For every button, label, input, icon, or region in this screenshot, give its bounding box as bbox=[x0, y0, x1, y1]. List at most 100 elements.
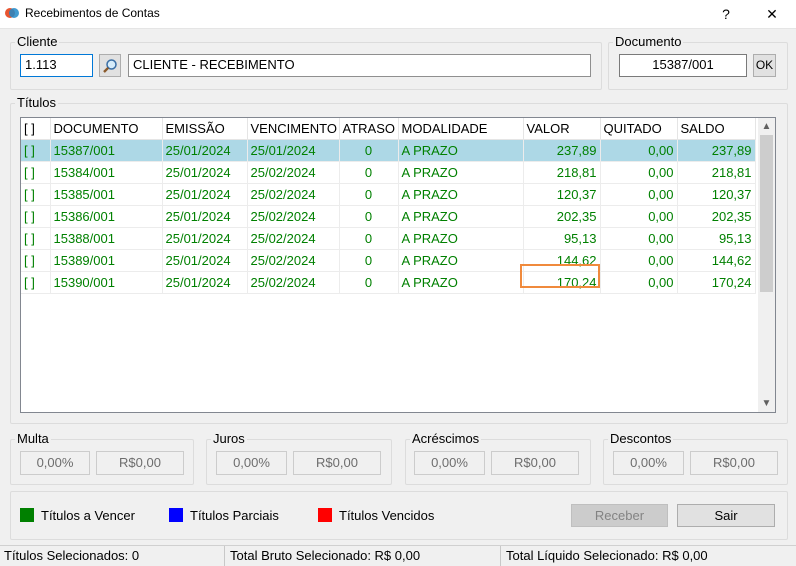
cell-documento: 15390/001 bbox=[50, 271, 163, 294]
juros-amount-field[interactable]: R$0,00 bbox=[293, 451, 381, 475]
cell-documento: 15384/001 bbox=[50, 161, 163, 184]
cell-saldo: 120,37 bbox=[677, 183, 756, 206]
column-header[interactable]: VALOR bbox=[523, 118, 601, 140]
cell-documento: 15388/001 bbox=[50, 227, 163, 250]
cell-quitado: 0,00 bbox=[600, 139, 678, 162]
table-row[interactable]: [ ] 15384/001 25/01/2024 25/02/2024 0 A PRAZO… bbox=[21, 161, 756, 184]
table-row[interactable]: [ ] 15386/001 25/01/2024 25/02/2024 0 A PRAZO… bbox=[21, 205, 756, 228]
grid-vertical-scrollbar[interactable]: ▲ ▼ bbox=[758, 118, 775, 412]
cell-saldo: 202,35 bbox=[677, 205, 756, 228]
column-header[interactable]: EMISSÃO bbox=[162, 118, 248, 140]
close-button[interactable]: ✕ bbox=[752, 0, 792, 28]
documento-label: Documento bbox=[613, 34, 684, 49]
legend-swatch-vencer bbox=[20, 508, 34, 522]
cell-check[interactable]: [ ] bbox=[21, 161, 51, 184]
column-header[interactable]: DOCUMENTO bbox=[50, 118, 163, 140]
status-total-liquido: Total Líquido Selecionado: R$ 0,00 bbox=[506, 548, 708, 563]
status-total-bruto: Total Bruto Selecionado: R$ 0,00 bbox=[226, 546, 501, 566]
scroll-down-arrow-icon[interactable]: ▼ bbox=[758, 395, 775, 412]
table-row[interactable]: [ ] 15390/001 25/01/2024 25/02/2024 0 A PRAZO… bbox=[21, 271, 756, 294]
multa-percent-field[interactable]: 0,00% bbox=[20, 451, 90, 475]
descontos-percent-field[interactable]: 0,00% bbox=[613, 451, 684, 475]
column-header[interactable]: SALDO bbox=[677, 118, 756, 140]
legend-label-parciais: Títulos Parciais bbox=[190, 508, 279, 523]
column-header[interactable]: VENCIMENTO bbox=[247, 118, 340, 140]
window-title: Recebimentos de Contas bbox=[25, 6, 160, 20]
cliente-search-button[interactable] bbox=[99, 54, 121, 77]
column-header[interactable]: [ ] bbox=[21, 118, 51, 140]
cell-documento: 15387/001 bbox=[50, 139, 163, 162]
legend-swatch-parciais bbox=[169, 508, 183, 522]
cell-quitado: 0,00 bbox=[600, 249, 678, 272]
sair-button[interactable]: Sair bbox=[677, 504, 775, 527]
cell-vencimento: 25/02/2024 bbox=[247, 161, 340, 184]
cell-modalidade: A PRAZO bbox=[398, 205, 524, 228]
acrescimos-amount-field[interactable]: R$0,00 bbox=[491, 451, 579, 475]
cell-atraso: 0 bbox=[339, 139, 399, 162]
cliente-name-field[interactable]: CLIENTE - RECEBIMENTO bbox=[128, 54, 591, 77]
cell-quitado: 0,00 bbox=[600, 271, 678, 294]
cell-check[interactable]: [ ] bbox=[21, 249, 51, 272]
cell-modalidade: A PRAZO bbox=[398, 161, 524, 184]
column-header[interactable]: MODALIDADE bbox=[398, 118, 524, 140]
status-selecionados: Títulos Selecionados: 0 bbox=[0, 546, 225, 566]
table-row[interactable]: [ ] 15387/001 25/01/2024 25/01/2024 0 A PRAZO… bbox=[21, 139, 756, 162]
cell-saldo: 237,89 bbox=[677, 139, 756, 162]
column-header[interactable]: ATRASO bbox=[339, 118, 399, 140]
documento-ok-button[interactable]: OK bbox=[753, 54, 776, 77]
cell-check[interactable]: [ ] bbox=[21, 139, 51, 162]
cell-quitado: 0,00 bbox=[600, 205, 678, 228]
cell-documento: 15389/001 bbox=[50, 249, 163, 272]
juros-label: Juros bbox=[211, 431, 247, 446]
receber-button[interactable]: Receber bbox=[571, 504, 668, 527]
multa-amount-field[interactable]: R$0,00 bbox=[96, 451, 184, 475]
documento-input[interactable]: 15387/001 bbox=[619, 54, 747, 77]
cell-check[interactable]: [ ] bbox=[21, 205, 51, 228]
cell-check[interactable]: [ ] bbox=[21, 227, 51, 250]
cell-saldo: 95,13 bbox=[677, 227, 756, 250]
acrescimos-percent-field[interactable]: 0,00% bbox=[414, 451, 485, 475]
cell-modalidade: A PRAZO bbox=[398, 139, 524, 162]
juros-percent-field[interactable]: 0,00% bbox=[216, 451, 287, 475]
cell-check[interactable]: [ ] bbox=[21, 183, 51, 206]
cell-atraso: 0 bbox=[339, 205, 399, 228]
cell-vencimento: 25/01/2024 bbox=[247, 139, 340, 162]
cell-quitado: 0,00 bbox=[600, 227, 678, 250]
help-button[interactable]: ? bbox=[706, 0, 746, 28]
titulos-header-row: [ ] DOCUMENTO EMISSÃO VENCIMENTO ATRASO MODAL… bbox=[21, 118, 756, 140]
table-row[interactable]: [ ] 15389/001 25/01/2024 25/02/2024 0 A PRAZO… bbox=[21, 249, 756, 272]
titulos-label: Títulos bbox=[15, 95, 59, 110]
cliente-code-input[interactable]: 1.113 bbox=[20, 54, 93, 77]
cell-modalidade: A PRAZO bbox=[398, 183, 524, 206]
scroll-thumb[interactable] bbox=[760, 135, 773, 292]
cell-quitado: 0,00 bbox=[600, 161, 678, 184]
cell-valor: 237,89 bbox=[523, 139, 601, 162]
titulos-grid[interactable]: [ ] DOCUMENTO EMISSÃO VENCIMENTO ATRASO MODAL… bbox=[20, 117, 776, 413]
column-header[interactable]: QUITADO bbox=[600, 118, 678, 140]
magnifier-icon bbox=[103, 59, 117, 73]
scroll-up-arrow-icon[interactable]: ▲ bbox=[758, 118, 775, 135]
legend-label-vencer: Títulos a Vencer bbox=[41, 508, 135, 523]
cell-emissao: 25/01/2024 bbox=[162, 139, 248, 162]
table-row[interactable]: [ ] 15385/001 25/01/2024 25/02/2024 0 A PRAZO… bbox=[21, 183, 756, 206]
cell-saldo: 144,62 bbox=[677, 249, 756, 272]
descontos-amount-field[interactable]: R$0,00 bbox=[690, 451, 778, 475]
cell-check[interactable]: [ ] bbox=[21, 271, 51, 294]
cell-atraso: 0 bbox=[339, 183, 399, 206]
app-logo-icon bbox=[5, 8, 19, 18]
table-row[interactable]: [ ] 15388/001 25/01/2024 25/02/2024 0 A PRAZO… bbox=[21, 227, 756, 250]
legend-label-vencidos: Títulos Vencidos bbox=[339, 508, 435, 523]
cell-valor: 120,37 bbox=[523, 183, 601, 206]
cell-vencimento: 25/02/2024 bbox=[247, 271, 340, 294]
title-bar: Recebimentos de Contas ? ✕ bbox=[0, 0, 796, 29]
cell-vencimento: 25/02/2024 bbox=[247, 183, 340, 206]
cell-modalidade: A PRAZO bbox=[398, 227, 524, 250]
cell-modalidade: A PRAZO bbox=[398, 249, 524, 272]
cell-valor: 95,13 bbox=[523, 227, 601, 250]
cell-atraso: 0 bbox=[339, 161, 399, 184]
acrescimos-label: Acréscimos bbox=[410, 431, 482, 446]
cell-vencimento: 25/02/2024 bbox=[247, 205, 340, 228]
cell-emissao: 25/01/2024 bbox=[162, 249, 248, 272]
cell-valor: 144,62 bbox=[523, 249, 601, 272]
descontos-label: Descontos bbox=[608, 431, 674, 446]
